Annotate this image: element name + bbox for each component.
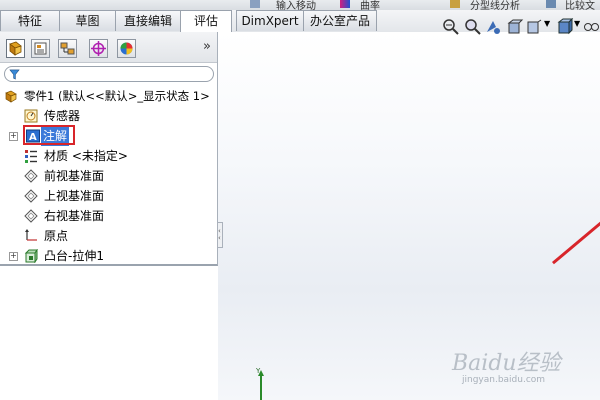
configuration-manager-tab[interactable] [58, 39, 77, 58]
tree-item-label: 上视基准面 [44, 189, 105, 203]
zoom-area-icon[interactable] [464, 18, 482, 36]
tree-item-top-plane[interactable]: 上视基准面 [0, 186, 217, 206]
tree-root-part[interactable]: 零件1 (默认<<默认>_显示状态 1> [0, 86, 217, 106]
watermark-url: jingyan.baidu.com [462, 375, 546, 385]
plane-icon [24, 209, 38, 223]
previous-view-icon[interactable] [484, 18, 502, 36]
tree-item-annotations[interactable]: + A 注解 [0, 125, 217, 146]
tree-item-label: 凸台-拉伸1 [44, 249, 104, 263]
configuration-manager-icon [60, 42, 75, 55]
chevron-down-icon[interactable]: ▼ [574, 19, 580, 28]
heads-up-toolbar: ▼ ▼ [420, 16, 600, 46]
tree-item-material[interactable]: 材质 <未指定> [0, 146, 217, 166]
panel-more-button[interactable]: » [203, 39, 211, 54]
watermark: Baidu经验 jingyan.baidu.com [452, 345, 592, 395]
tree-item-label: 材质 <未指定> [44, 149, 128, 163]
compare-icon[interactable] [546, 0, 556, 8]
tab-evaluate[interactable]: 评估 [180, 10, 232, 33]
tab-features[interactable]: 特征 [0, 10, 60, 31]
tree-item-front-plane[interactable]: 前视基准面 [0, 166, 217, 186]
dimxpert-manager-tab[interactable] [89, 39, 108, 58]
tree-item-label: 右视基准面 [44, 209, 105, 223]
move-icon[interactable] [250, 0, 260, 8]
property-manager-icon [34, 42, 47, 55]
axis-label-y: Y [256, 367, 261, 375]
tab-sketch[interactable]: 草图 [59, 10, 116, 31]
tree-item-label: 前视基准面 [44, 169, 105, 183]
tree-item-sensors[interactable]: 传感器 [0, 106, 217, 126]
tab-office-products[interactable]: 办公室产品 [303, 10, 377, 31]
plane-icon [24, 169, 38, 183]
feature-manager-panel: » 零件1 (默认<<默认>_显示状态 1> 传感器 + A 注解 材质 <未指… [0, 32, 218, 266]
tab-dimxpert[interactable]: DimXpert [236, 10, 304, 31]
display-manager-icon [120, 42, 133, 55]
feature-manager-icon [9, 41, 22, 56]
zoom-to-fit-icon[interactable] [442, 18, 460, 36]
plane-icon [24, 189, 38, 203]
tree-item-boss-extrude[interactable]: + 凸台-拉伸1 [0, 246, 217, 266]
origin-icon [25, 229, 37, 241]
watermark-main: Baidu经验 [452, 351, 561, 376]
tree-item-label: 原点 [44, 229, 69, 243]
expand-icon[interactable]: + [9, 132, 18, 141]
dimxpert-manager-icon [91, 41, 106, 56]
funnel-icon [9, 69, 20, 80]
tree-item-label: 传感器 [44, 109, 81, 123]
display-manager-tab[interactable] [117, 39, 136, 58]
part-icon [5, 90, 17, 103]
panel-splitter-handle[interactable]: ‹ ‹ [217, 222, 223, 248]
feature-manager-tab[interactable] [6, 39, 25, 58]
material-icon [25, 150, 37, 163]
sensor-icon [24, 109, 38, 123]
tab-direct-edit[interactable]: 直接编辑 [115, 10, 181, 31]
hide-show-icon[interactable] [582, 18, 600, 36]
curvature-icon[interactable] [340, 0, 350, 8]
section-view-icon[interactable] [506, 18, 524, 36]
tree-item-right-plane[interactable]: 右视基准面 [0, 206, 217, 226]
tree-root-label: 零件1 (默认<<默认>_显示状态 1> [24, 89, 210, 103]
feature-filter-input[interactable] [4, 66, 214, 82]
panel-tab-bar: » [0, 32, 217, 63]
view-orientation-icon[interactable] [526, 18, 544, 36]
chevron-down-icon[interactable]: ▼ [544, 19, 550, 28]
expand-icon[interactable]: + [9, 252, 18, 261]
tree-item-origin[interactable]: 原点 [0, 226, 217, 246]
highlight-box [23, 125, 75, 145]
feature-tree: 零件1 (默认<<默认>_显示状态 1> 传感器 + A 注解 材质 <未指定>… [0, 86, 217, 266]
display-style-icon[interactable] [556, 18, 574, 36]
property-manager-tab[interactable] [31, 39, 50, 58]
parting-line-icon[interactable] [450, 0, 460, 8]
boss-extrude-icon [24, 249, 38, 263]
